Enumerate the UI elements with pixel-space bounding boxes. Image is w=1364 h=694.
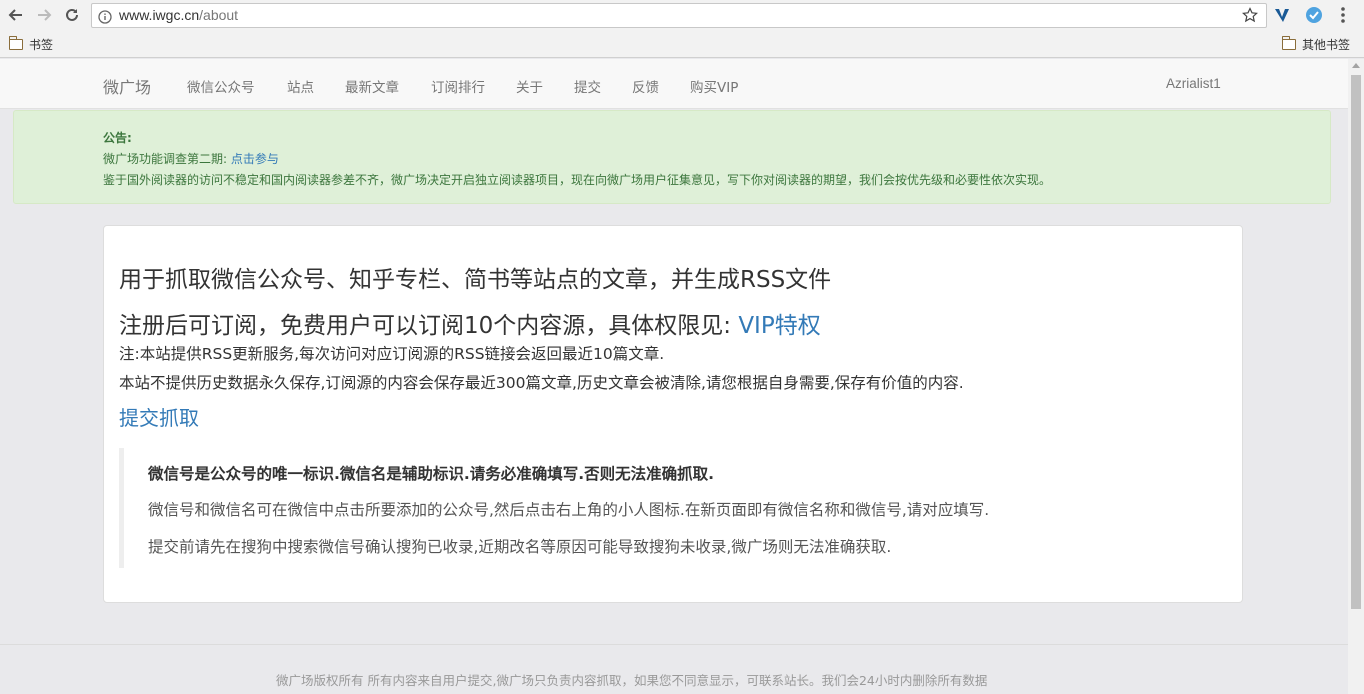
footer-text: 微广场版权所有 所有内容来自用户提交,微广场只负责内容抓取，如果您不同意显示，可… (276, 673, 988, 688)
scrollbar-thumb[interactable] (1351, 75, 1361, 609)
reload-icon[interactable] (62, 5, 82, 25)
url-text: www.iwgc.cn/about (119, 7, 239, 23)
page-content: 微广场 微信公众号 站点 最新文章 订阅排行 关于 提交 反馈 购买VIP Az… (0, 59, 1348, 694)
back-icon[interactable] (6, 5, 26, 25)
instructions-blockquote: 微信号是公众号的唯一标识.微信名是辅助标识.请务必准确填写.否则无法准确抓取. … (119, 448, 1119, 568)
about-panel: 用于抓取微信公众号、知乎专栏、简书等站点的文章，并生成RSS文件 注册后可订阅，… (103, 225, 1243, 603)
address-bar[interactable]: www.iwgc.cn/about (91, 3, 1267, 28)
bookmarks-folder[interactable]: 书签 (8, 36, 53, 53)
nav-sites[interactable]: 站点 (287, 76, 314, 96)
nav-about[interactable]: 关于 (516, 76, 543, 96)
note-rss: 注:本站提供RSS更新服务,每次访问对应订阅源的RSS链接会返回最近10篇文章. (119, 345, 665, 363)
info-icon[interactable] (98, 9, 112, 28)
quote-important: 微信号是公众号的唯一标识.微信名是辅助标识.请务必准确填写.否则无法准确抓取. (148, 465, 715, 483)
folder-icon (1281, 36, 1296, 50)
note-history: 本站不提供历史数据永久保存,订阅源的内容会保存最近300篇文章,历史文章会被清除… (119, 374, 964, 392)
announcement-text: 鉴于国外阅读器的访问不稳定和国内阅读器参差不齐，微广场决定开启独立阅读器项目，现… (103, 173, 1052, 187)
submit-crawl-link[interactable]: 提交抓取 (119, 402, 199, 431)
page-scrollbar[interactable] (1348, 59, 1364, 694)
subscription-heading: 注册后可订阅，免费用户可以订阅10个内容源，具体权限见: VIP特权 (119, 313, 821, 339)
quote-how-to: 微信号和微信名可在微信中点击所要添加的公众号,然后点击右上角的小人图标.在新页面… (148, 501, 990, 519)
extension-v-icon[interactable] (1273, 6, 1291, 24)
nav-ranking[interactable]: 订阅排行 (431, 76, 485, 96)
nav-wechat[interactable]: 微信公众号 (187, 76, 255, 96)
bookmarks-bar: 书签 其他书签 (0, 31, 1364, 58)
other-bookmarks-folder[interactable]: 其他书签 (1281, 36, 1350, 53)
menu-icon[interactable] (1340, 6, 1346, 28)
survey-link[interactable]: 点击参与 (231, 152, 279, 166)
announcement-title: 公告: (103, 131, 132, 145)
user-menu[interactable]: Azrialist1 (1166, 76, 1221, 91)
about-heading: 用于抓取微信公众号、知乎专栏、简书等站点的文章，并生成RSS文件 (119, 267, 832, 293)
site-brand[interactable]: 微广场 (103, 74, 151, 98)
site-navbar: 微广场 微信公众号 站点 最新文章 订阅排行 关于 提交 反馈 购买VIP Az… (0, 59, 1348, 109)
scroll-up-icon[interactable] (1352, 63, 1360, 68)
bookmark-star-icon[interactable] (1242, 7, 1258, 27)
folder-icon (8, 36, 23, 50)
quote-sogou: 提交前请先在搜狗中搜索微信号确认搜狗已收录,近期改名等原因可能导致搜狗未收录,微… (148, 538, 892, 556)
nav-feedback[interactable]: 反馈 (632, 76, 659, 96)
extension-check-icon[interactable] (1305, 6, 1323, 24)
announcement-survey: 微广场功能调查第二期: 点击参与 (103, 152, 279, 166)
nav-buy-vip[interactable]: 购买VIP (690, 76, 738, 96)
nav-submit[interactable]: 提交 (574, 76, 601, 96)
nav-latest[interactable]: 最新文章 (345, 76, 399, 96)
vip-link[interactable]: VIP特权 (738, 313, 820, 339)
announcement-alert: 公告: 微广场功能调查第二期: 点击参与 鉴于国外阅读器的访问不稳定和国内阅读器… (13, 110, 1331, 204)
browser-toolbar: www.iwgc.cn/about (0, 0, 1364, 31)
forward-icon[interactable] (34, 5, 54, 25)
site-footer: 微广场版权所有 所有内容来自用户提交,微广场只负责内容抓取，如果您不同意显示，可… (0, 644, 1348, 694)
